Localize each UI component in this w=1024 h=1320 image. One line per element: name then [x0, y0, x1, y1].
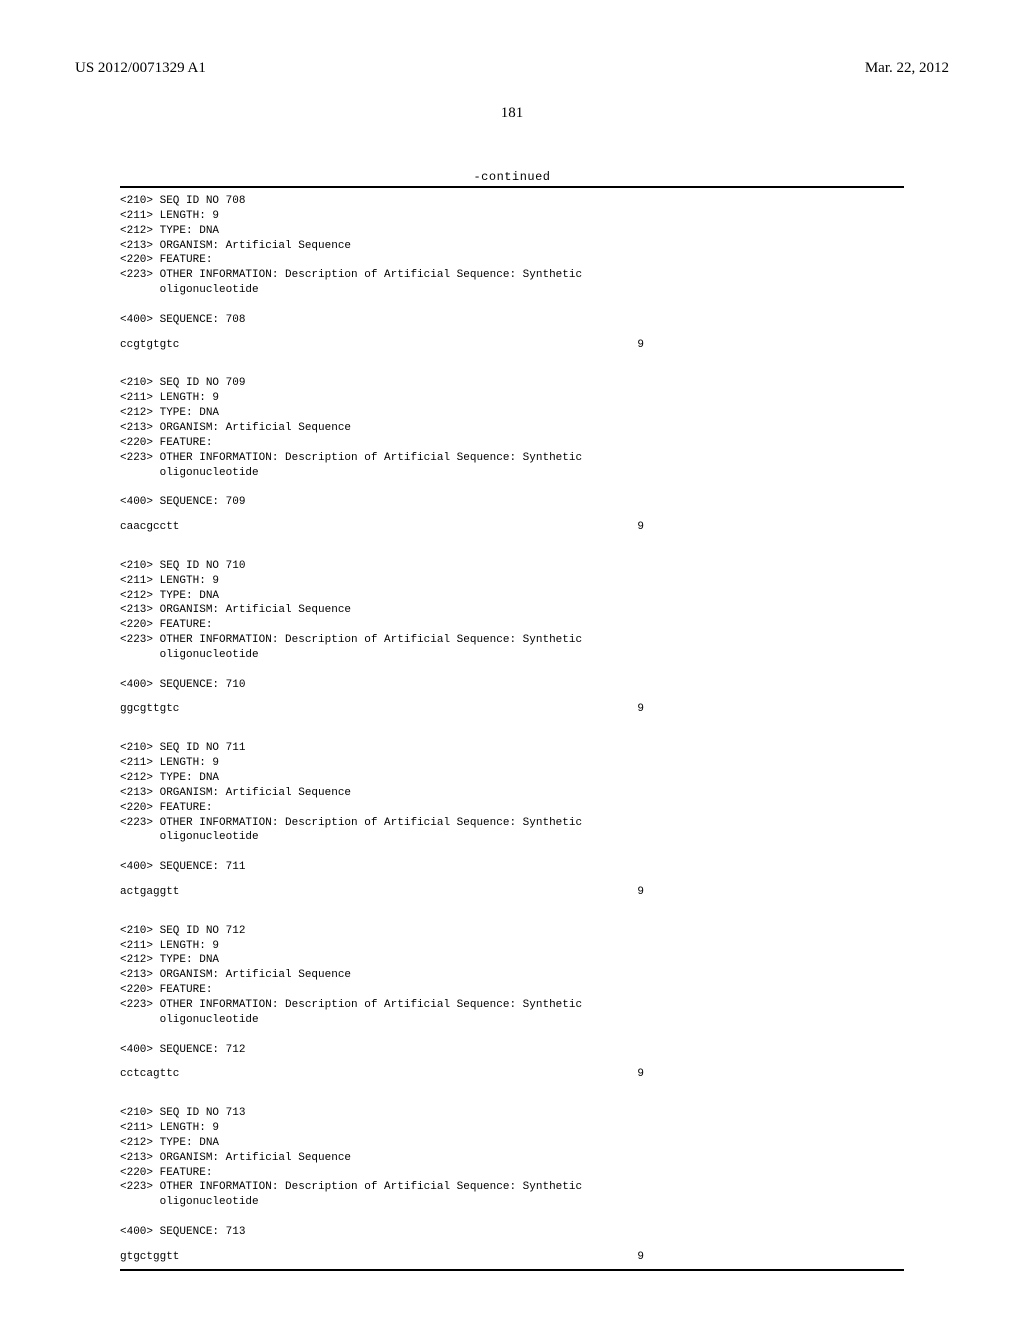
sequence-row: gtgctggtt 9 [0, 1250, 1024, 1265]
entry-header-block: <210> SEQ ID NO 712 <211> LENGTH: 9 <212… [0, 918, 1024, 1058]
sequence-text: cctcagttc [120, 1067, 179, 1082]
sequence-text: ggcgttgtc [120, 702, 179, 717]
sequence-row: actgaggtt 9 [0, 885, 1024, 900]
entry-header-block: <210> SEQ ID NO 711 <211> LENGTH: 9 <212… [0, 735, 1024, 875]
entry-header-block: <210> SEQ ID NO 709 <211> LENGTH: 9 <212… [0, 370, 1024, 510]
sequence-entry: <210> SEQ ID NO 711 <211> LENGTH: 9 <212… [0, 735, 1024, 917]
sequence-length: 9 [637, 885, 644, 900]
sequence-length: 9 [637, 1250, 644, 1265]
page-header: US 2012/0071329 A1 Mar. 22, 2012 [0, 0, 1024, 77]
sequence-text: ccgtgtgtc [120, 338, 179, 353]
sequence-length: 9 [637, 1067, 644, 1082]
sequence-entry: <210> SEQ ID NO 712 <211> LENGTH: 9 <212… [0, 918, 1024, 1100]
sequence-entry: <210> SEQ ID NO 708 <211> LENGTH: 9 <212… [0, 188, 1024, 370]
sequence-row: caacgcctt 9 [0, 520, 1024, 535]
sequence-text: caacgcctt [120, 520, 179, 535]
sequence-length: 9 [637, 338, 644, 353]
continued-label: -continued [0, 170, 1024, 184]
sequence-row: cctcagttc 9 [0, 1067, 1024, 1082]
sequence-entry: <210> SEQ ID NO 709 <211> LENGTH: 9 <212… [0, 370, 1024, 552]
sequence-listing-body: <210> SEQ ID NO 708 <211> LENGTH: 9 <212… [0, 188, 1024, 1269]
sequence-row: ccgtgtgtc 9 [0, 338, 1024, 353]
sequence-length: 9 [637, 520, 644, 535]
sequence-text: actgaggtt [120, 885, 179, 900]
bottom-rule [120, 1269, 904, 1271]
entry-header-block: <210> SEQ ID NO 708 <211> LENGTH: 9 <212… [0, 188, 1024, 328]
sequence-length: 9 [637, 702, 644, 717]
publication-number: US 2012/0071329 A1 [75, 60, 206, 77]
sequence-entry: <210> SEQ ID NO 710 <211> LENGTH: 9 <212… [0, 553, 1024, 735]
sequence-text: gtgctggtt [120, 1250, 179, 1265]
publication-date: Mar. 22, 2012 [865, 60, 949, 77]
entry-header-block: <210> SEQ ID NO 713 <211> LENGTH: 9 <212… [0, 1100, 1024, 1240]
sequence-entry: <210> SEQ ID NO 713 <211> LENGTH: 9 <212… [0, 1100, 1024, 1268]
entry-header-block: <210> SEQ ID NO 710 <211> LENGTH: 9 <212… [0, 553, 1024, 693]
sequence-row: ggcgttgtc 9 [0, 702, 1024, 717]
page-number: 181 [0, 105, 1024, 122]
